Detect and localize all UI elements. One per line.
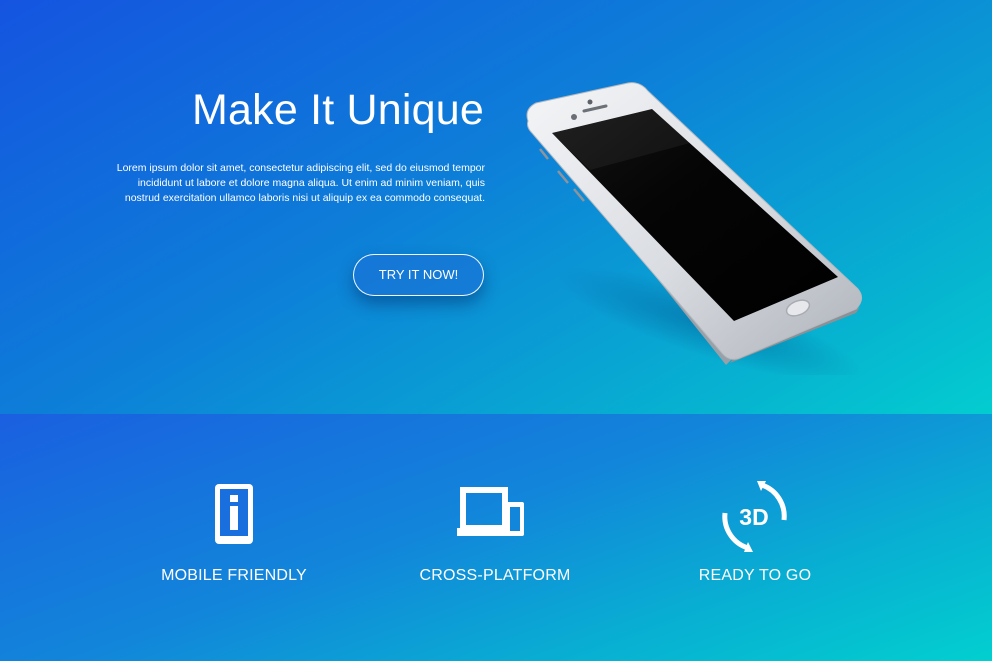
features-section: MOBILE FRIENDLY CROSS-PLATFORM 3D READY … xyxy=(0,414,992,661)
rotate-3d-icon-text: 3D xyxy=(739,504,768,530)
landing-page: Make It Unique Lorem ipsum dolor sit ame… xyxy=(0,0,992,661)
feature-label: CROSS-PLATFORM xyxy=(419,567,571,584)
smartphone-mockup xyxy=(526,82,863,375)
feature-label: READY TO GO xyxy=(698,567,812,584)
hero-section: Make It Unique Lorem ipsum dolor sit ame… xyxy=(0,0,992,414)
feature-cross-platform: CROSS-PLATFORM xyxy=(375,414,615,661)
devices-icon xyxy=(457,487,524,536)
feature-mobile-friendly: MOBILE FRIENDLY xyxy=(114,414,354,661)
rotate-3d-icon: 3D xyxy=(722,481,787,552)
hero-title: Make It Unique xyxy=(191,86,484,134)
feature-ready-to-go: 3D READY TO GO xyxy=(635,414,875,661)
mobile-info-icon xyxy=(215,484,253,544)
try-it-now-button[interactable]: TRY IT NOW! xyxy=(353,254,484,296)
hero-description: Lorem ipsum dolor sit amet, consectetur … xyxy=(116,162,485,204)
feature-label: MOBILE FRIENDLY xyxy=(161,567,307,584)
